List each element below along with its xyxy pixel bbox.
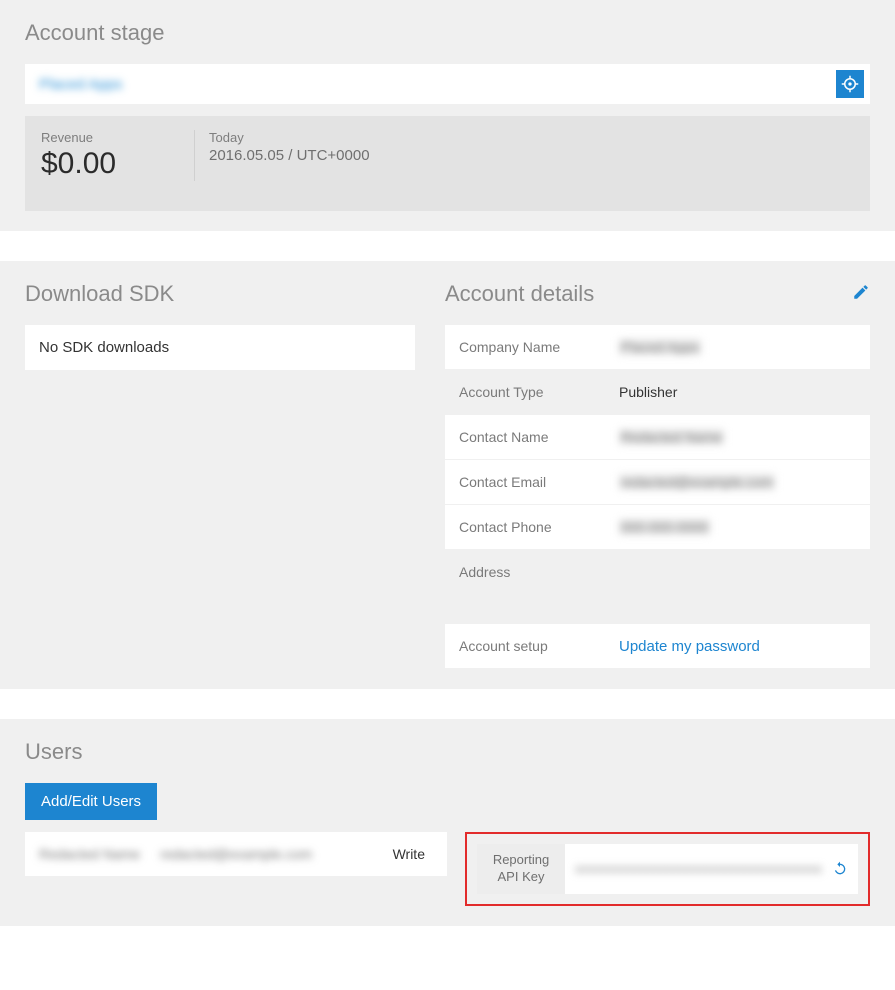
address-label: Address [459,564,619,580]
users-panel: Users Add/Edit Users Redacted Name redac… [0,719,895,926]
contact-name-label: Contact Name [459,429,619,445]
account-stage-row: Placed Apps [25,64,870,104]
contact-phone-row: Contact Phone 000-000-0000 [445,505,870,549]
refresh-icon [832,861,848,877]
contact-name-value: Redacted Name [619,429,724,445]
contact-phone-label: Contact Phone [459,519,619,535]
address-row: Address [445,550,870,594]
account-setup-row: Account setup Update my password [445,624,870,668]
revenue-metric: Revenue $0.00 [35,130,195,181]
account-stage-panel: Account stage Placed Apps Revenue $0.00 … [0,0,895,231]
add-edit-users-button[interactable]: Add/Edit Users [25,783,157,820]
account-details-column: Account details Company Name Placed Apps… [445,281,870,669]
update-password-link[interactable]: Update my password [619,638,760,655]
refresh-api-key-button[interactable] [832,844,858,894]
contact-email-label: Contact Email [459,474,619,490]
today-label: Today [209,130,370,145]
user-row: Redacted Name redacted@example.com Write [25,832,447,876]
revenue-value: $0.00 [41,147,174,181]
pencil-icon [852,283,870,301]
account-type-row: Account Type Publisher [445,370,870,414]
revenue-label: Revenue [41,130,174,145]
sdk-column: Download SDK No SDK downloads [25,281,415,370]
account-stage-title: Account stage [25,20,870,46]
users-title: Users [25,739,870,765]
reporting-api-key-label: Reporting API Key [477,844,565,894]
company-name-label: Company Name [459,339,619,355]
user-email: redacted@example.com [160,846,312,862]
account-details-title: Account details [445,281,594,307]
sdk-title: Download SDK [25,281,415,307]
account-type-label: Account Type [459,384,619,400]
contact-name-row: Contact Name Redacted Name [445,415,870,459]
edit-account-details-button[interactable] [852,283,870,306]
account-setup-label: Account setup [459,638,619,654]
crosshair-icon [841,75,859,93]
company-name-value: Placed Apps [619,339,701,355]
contact-email-row: Contact Email redacted@example.com [445,460,870,504]
user-name: Redacted Name [39,846,140,862]
account-type-value: Publisher [619,384,677,400]
account-app-name: Placed Apps [39,76,122,93]
company-name-row: Company Name Placed Apps [445,325,870,369]
metrics-bar: Revenue $0.00 Today 2016.05.05 / UTC+000… [25,116,870,211]
contact-phone-value: 000-000-0000 [619,519,710,535]
reporting-api-key-value: xxxxxxxxxxxxxxxxxxxxxxxxxxxxxxxxxxxxxx [565,844,832,894]
user-permission: Write [393,846,433,862]
sdk-empty-message: No SDK downloads [25,325,415,370]
date-metric: Today 2016.05.05 / UTC+0000 [195,130,390,181]
sdk-details-panel: Download SDK No SDK downloads Account de… [0,261,895,689]
target-button[interactable] [836,70,864,98]
contact-email-value: redacted@example.com [619,474,775,490]
reporting-api-key-box: Reporting API Key xxxxxxxxxxxxxxxxxxxxxx… [465,832,870,906]
today-value: 2016.05.05 / UTC+0000 [209,147,370,164]
